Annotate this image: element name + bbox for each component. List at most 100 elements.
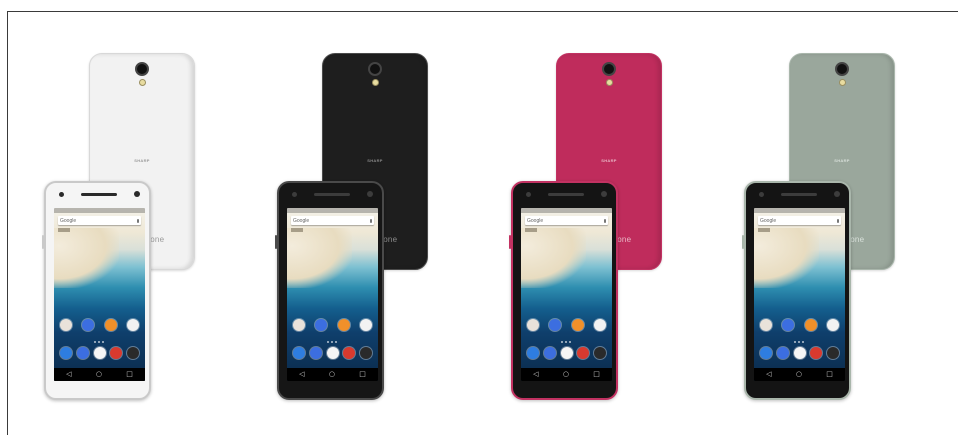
chrome-app-icon xyxy=(110,347,123,359)
back-brand-logo: SHARP xyxy=(367,158,383,163)
chrome-app-icon xyxy=(343,347,356,359)
phone-variant-pink: SHARP android one Google ◁ xyxy=(474,0,664,435)
phone-front: Google ◁ ○ □ xyxy=(275,181,384,400)
camera-app-icon xyxy=(293,319,305,331)
side-button xyxy=(275,235,277,249)
sms-app-icon xyxy=(309,347,322,359)
app-row xyxy=(60,319,139,331)
phone-screen: Google ◁ ○ □ xyxy=(521,208,612,381)
google-search-label: Google xyxy=(527,217,544,224)
flash-icon xyxy=(139,79,146,86)
app-drawer-icon xyxy=(93,347,106,359)
sms-app-icon xyxy=(776,347,789,359)
messages-app-icon xyxy=(549,319,562,331)
earpiece-speaker xyxy=(314,193,350,196)
dock-row xyxy=(293,347,372,359)
flash-icon xyxy=(839,79,846,86)
back-brand-logo: SHARP xyxy=(134,158,150,163)
weather-widget xyxy=(291,228,303,232)
wallpaper-beach xyxy=(287,228,352,288)
page-indicator xyxy=(794,341,804,343)
phone-app-icon xyxy=(760,347,772,359)
play-store-icon xyxy=(359,319,372,331)
dock-row xyxy=(60,347,139,359)
front-camera-icon xyxy=(834,191,840,197)
phone-variant-green: SHARP android one Google ◁ xyxy=(707,0,897,435)
proximity-sensor-icon xyxy=(759,192,764,197)
nav-home-icon: ○ xyxy=(562,370,569,378)
google-search-bar: Google xyxy=(58,216,141,225)
dock-row xyxy=(527,347,606,359)
rear-camera-icon xyxy=(368,62,382,76)
messages-app-icon xyxy=(782,319,795,331)
messages-app-icon xyxy=(82,319,95,331)
photos-app-icon xyxy=(337,319,350,331)
app-drawer-icon xyxy=(560,347,573,359)
camera-app-icon xyxy=(760,319,772,331)
status-bar xyxy=(287,208,378,213)
phone-variant-white: SHARP android one Google ◁ xyxy=(7,0,197,435)
nav-back-icon: ◁ xyxy=(299,370,305,378)
nav-back-icon: ◁ xyxy=(766,370,772,378)
photos-app-icon xyxy=(804,319,817,331)
camera-shortcut-icon xyxy=(127,347,139,359)
proximity-sensor-icon xyxy=(59,192,64,197)
phone-app-icon xyxy=(527,347,539,359)
google-search-bar: Google xyxy=(758,216,841,225)
navigation-bar: ◁ ○ □ xyxy=(54,368,145,381)
google-search-label: Google xyxy=(760,217,777,224)
nav-recents-icon: □ xyxy=(593,370,600,378)
navigation-bar: ◁ ○ □ xyxy=(287,368,378,381)
phone-screen: Google ◁ ○ □ xyxy=(287,208,378,381)
side-button xyxy=(42,235,44,249)
nav-back-icon: ◁ xyxy=(533,370,539,378)
flash-icon xyxy=(606,79,613,86)
phone-screen: Google ◁ ○ □ xyxy=(754,208,845,381)
phone-app-icon xyxy=(60,347,72,359)
wallpaper-beach xyxy=(754,228,819,288)
mic-icon xyxy=(604,218,606,223)
nav-back-icon: ◁ xyxy=(66,370,72,378)
weather-widget xyxy=(758,228,770,232)
nav-home-icon: ○ xyxy=(328,370,335,378)
phone-front: Google ◁ ○ □ xyxy=(42,181,151,400)
dock-row xyxy=(760,347,839,359)
phone-front: Google ◁ ○ □ xyxy=(742,181,851,400)
phone-variant-black: SHARP android one Google ◁ xyxy=(240,0,430,435)
front-camera-icon xyxy=(134,191,140,197)
nav-home-icon: ○ xyxy=(95,370,102,378)
back-brand-logo: SHARP xyxy=(834,158,850,163)
flash-icon xyxy=(372,79,379,86)
chrome-app-icon xyxy=(577,347,590,359)
wallpaper-beach xyxy=(521,228,586,288)
rear-camera-icon xyxy=(602,62,616,76)
page-indicator xyxy=(561,341,571,343)
nav-recents-icon: □ xyxy=(826,370,833,378)
side-button xyxy=(742,235,744,249)
google-search-bar: Google xyxy=(525,216,608,225)
page-indicator xyxy=(94,341,104,343)
page-indicator xyxy=(327,341,337,343)
mic-icon xyxy=(837,218,839,223)
rear-camera-icon xyxy=(835,62,849,76)
play-store-icon xyxy=(826,319,839,331)
earpiece-speaker xyxy=(548,193,584,196)
photos-app-icon xyxy=(571,319,584,331)
navigation-bar: ◁ ○ □ xyxy=(521,368,612,381)
google-search-bar: Google xyxy=(291,216,374,225)
play-store-icon xyxy=(126,319,139,331)
app-row xyxy=(760,319,839,331)
rear-camera-icon xyxy=(135,62,149,76)
front-camera-icon xyxy=(367,191,373,197)
sms-app-icon xyxy=(543,347,556,359)
mic-icon xyxy=(137,218,139,223)
mic-icon xyxy=(370,218,372,223)
status-bar xyxy=(521,208,612,213)
app-row xyxy=(293,319,372,331)
messages-app-icon xyxy=(315,319,328,331)
phone-front: Google ◁ ○ □ xyxy=(509,181,618,400)
navigation-bar: ◁ ○ □ xyxy=(754,368,845,381)
chrome-app-icon xyxy=(810,347,823,359)
camera-app-icon xyxy=(527,319,539,331)
nav-recents-icon: □ xyxy=(126,370,133,378)
